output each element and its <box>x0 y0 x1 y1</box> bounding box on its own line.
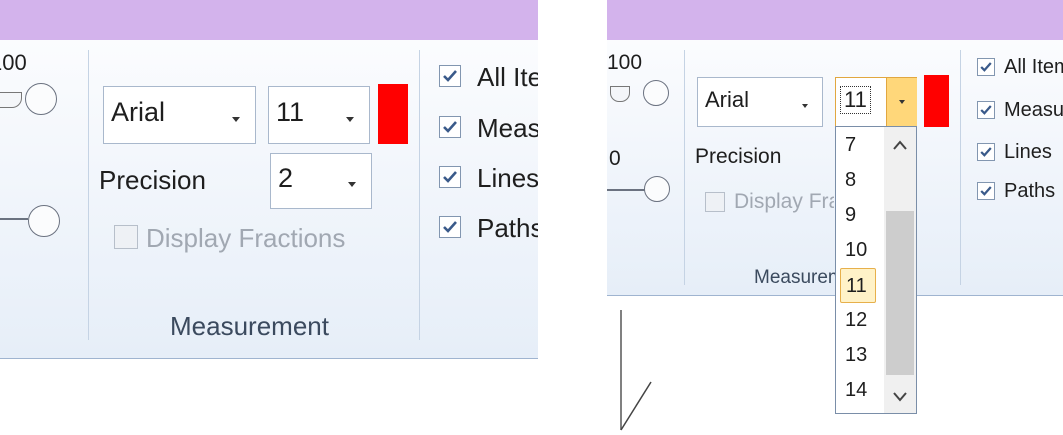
dropdown-option[interactable]: 12 <box>840 303 876 338</box>
zoom-value-label: 100 <box>0 50 27 75</box>
font-name-select[interactable]: Arial <box>697 77 823 127</box>
chevron-down-icon <box>899 100 905 104</box>
precision-select[interactable]: 2 <box>270 153 372 209</box>
font-size-select[interactable]: 11 <box>835 77 917 127</box>
dropdown-option[interactable]: 9 <box>840 198 876 233</box>
group-separator <box>419 50 420 340</box>
zoom-in-icon[interactable] <box>644 176 670 202</box>
group-separator <box>960 50 961 285</box>
window-titlebar <box>0 0 538 40</box>
lines-label: Lines <box>477 163 538 193</box>
ribbon-panel-left: 100 Arial 11 Precision 2 Display Fractio… <box>0 0 538 435</box>
measurements-checkbox[interactable] <box>439 116 461 138</box>
group-separator <box>684 50 685 285</box>
font-name-value: Arial <box>705 87 750 112</box>
measurements-checkbox[interactable] <box>977 101 995 119</box>
lines-checkbox[interactable] <box>977 143 995 161</box>
chevron-down-icon <box>802 104 808 108</box>
measurements-label: Measurements <box>477 113 538 143</box>
paths-label: Paths <box>1004 180 1056 202</box>
zoom-in-icon[interactable] <box>25 83 57 115</box>
chevron-down-icon[interactable] <box>892 390 908 402</box>
precision-value: 2 <box>278 163 294 193</box>
display-fractions-checkbox[interactable] <box>705 192 725 212</box>
display-fractions-checkbox[interactable] <box>114 225 138 249</box>
dropdown-option-selected[interactable]: 11 <box>840 268 876 303</box>
display-fractions-label: Display Fractions <box>146 223 346 253</box>
font-size-select[interactable]: 11 <box>268 86 370 144</box>
lines-checkbox[interactable] <box>439 166 461 188</box>
font-name-select[interactable]: Arial <box>103 86 256 144</box>
dropdown-option[interactable]: 13 <box>840 338 876 373</box>
zoom-slider-track[interactable] <box>0 218 28 220</box>
font-name-value: Arial <box>111 97 166 127</box>
lines-label: Lines <box>1004 141 1052 163</box>
ribbon-panel-right: 100 0 Arial 11 Precision Display Fractio… <box>607 0 1063 435</box>
text-color-swatch[interactable] <box>924 75 949 127</box>
chevron-down-icon <box>346 117 354 122</box>
paths-checkbox[interactable] <box>439 216 461 238</box>
precision-label: Precision <box>99 165 206 195</box>
precision-label: Precision <box>695 145 782 168</box>
text-color-swatch[interactable] <box>378 84 408 144</box>
zoom-slider-track[interactable] <box>607 189 645 191</box>
scrollbar-thumb[interactable] <box>886 211 914 375</box>
paths-checkbox[interactable] <box>977 182 995 200</box>
font-size-value: 11 <box>276 97 305 127</box>
all-items-checkbox[interactable] <box>439 65 461 87</box>
font-size-dropdown-list[interactable]: 7 8 9 10 11 12 13 14 <box>835 126 917 414</box>
canvas-drawing <box>620 310 652 431</box>
dropdown-option[interactable]: 8 <box>840 163 876 198</box>
measurements-label: Measurements <box>1004 99 1063 121</box>
paths-label: Paths <box>477 213 538 243</box>
all-items-label: All Items <box>1004 56 1063 78</box>
chevron-down-icon <box>348 182 356 187</box>
dropdown-button[interactable] <box>886 78 917 126</box>
zoom-in-icon[interactable] <box>28 205 60 237</box>
all-items-checkbox[interactable] <box>977 58 995 76</box>
zoom-value-label: 0 <box>609 147 621 170</box>
group-label-measurement: Measurement <box>170 311 329 341</box>
dropdown-option[interactable]: 14 <box>840 373 876 408</box>
font-size-value: 11 <box>840 86 871 114</box>
all-items-label: All Items <box>477 62 538 92</box>
dropdown-option[interactable]: 10 <box>840 233 876 268</box>
zoom-in-icon[interactable] <box>643 80 669 106</box>
chevron-down-icon <box>232 117 240 122</box>
zoom-slider-thumb[interactable] <box>610 86 630 102</box>
zoom-value-label: 100 <box>607 51 643 74</box>
dropdown-scrollbar[interactable] <box>884 127 916 413</box>
dropdown-option[interactable]: 7 <box>840 128 876 163</box>
window-titlebar <box>607 0 1063 40</box>
chevron-up-icon[interactable] <box>892 139 908 151</box>
group-separator <box>88 50 89 340</box>
